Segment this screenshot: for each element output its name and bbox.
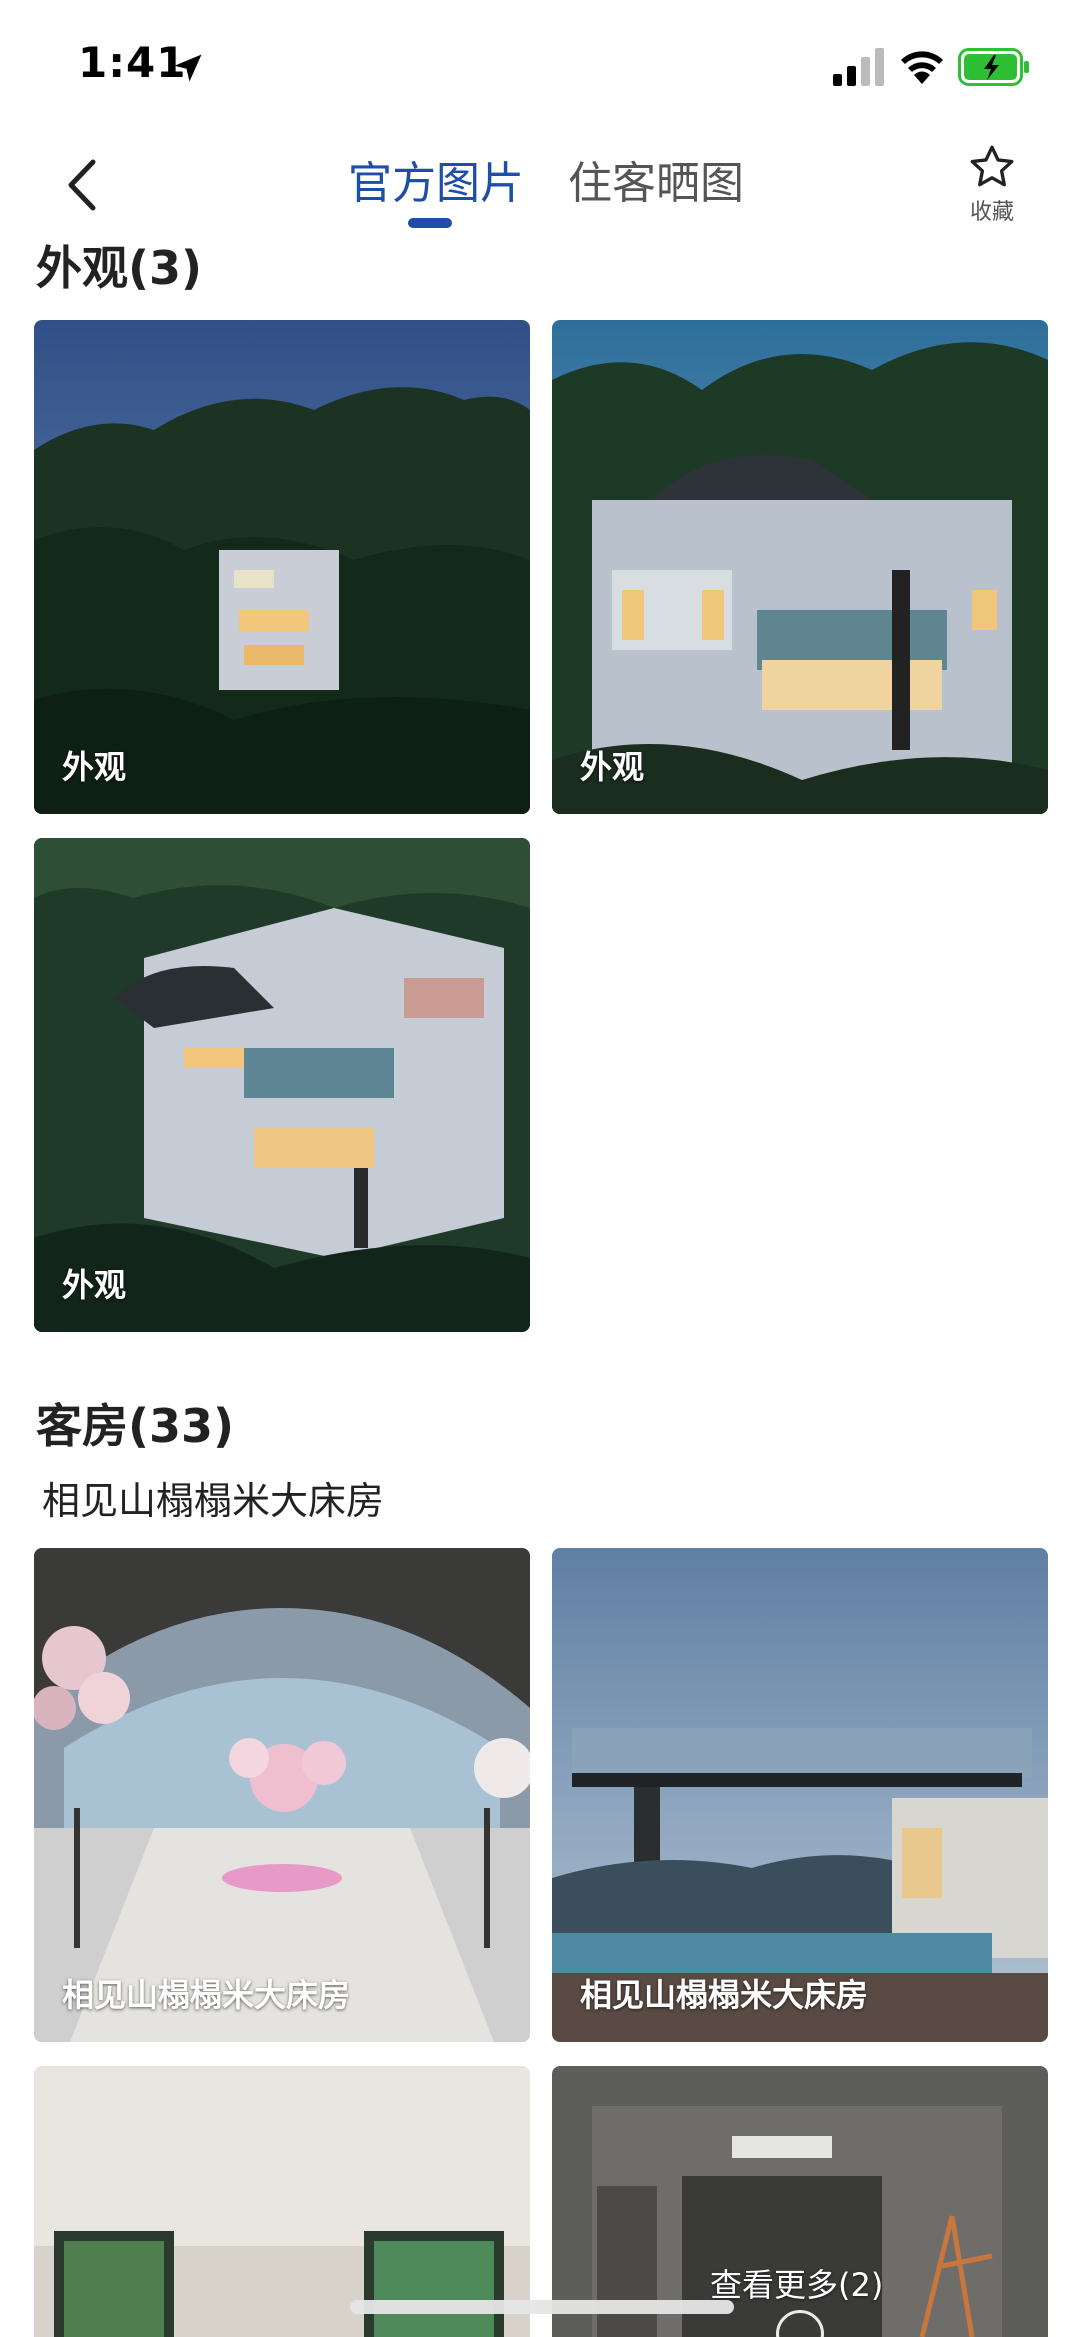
room-type-title: 相见山榻榻米大床房: [42, 1479, 385, 1523]
photo-label: 相见山榻榻米大床房: [580, 1976, 869, 2014]
photo-label: 外观: [62, 748, 127, 786]
wifi-icon: [901, 51, 943, 84]
photo-label: 相见山榻榻米大床房: [62, 1976, 351, 2014]
star-icon: [970, 145, 1014, 187]
location-arrow-icon: [174, 54, 202, 82]
photo-card[interactable]: 外观: [552, 320, 1048, 814]
photo-exterior-villa-closeup: [552, 320, 1048, 814]
photo-exterior-night-villa: [34, 320, 530, 814]
tab-guest-photos[interactable]: 住客晒图: [568, 156, 744, 212]
status-bar: 1:41: [0, 0, 1080, 130]
photo-card[interactable]: 外观: [34, 320, 530, 814]
photo-label: 外观: [62, 1266, 127, 1304]
battery-icon: [958, 48, 1029, 86]
nav-bar: 官方图片 住客晒图 收藏: [0, 130, 1080, 240]
section-title-rooms: 客房(33): [36, 1399, 235, 1453]
photo-room-balloon-terrace: [34, 1548, 530, 2042]
section-title-exterior: 外观(3): [36, 241, 203, 295]
photo-room-interior: [34, 2066, 530, 2337]
photo-card[interactable]: [34, 2066, 530, 2337]
photo-room-pool-terrace: [552, 1548, 1048, 2042]
view-more-button[interactable]: 查看更多(2): [710, 2260, 883, 2306]
favorite-label: 收藏: [969, 200, 1014, 225]
favorite-button[interactable]: 收藏: [960, 142, 1024, 232]
tab-official-photos[interactable]: 官方图片: [348, 156, 524, 212]
photo-card[interactable]: 外观: [34, 838, 530, 1332]
photo-label: 外观: [580, 748, 645, 786]
signal-icon: [833, 48, 884, 86]
active-tab-indicator: [408, 218, 452, 228]
photo-exterior-aerial-villa: [34, 838, 530, 1332]
back-chevron-icon[interactable]: [55, 150, 115, 220]
photo-card[interactable]: 相见山榻榻米大床房: [552, 1548, 1048, 2042]
home-indicator: [350, 2300, 734, 2314]
photo-card[interactable]: 相见山榻榻米大床房: [34, 1548, 530, 2042]
